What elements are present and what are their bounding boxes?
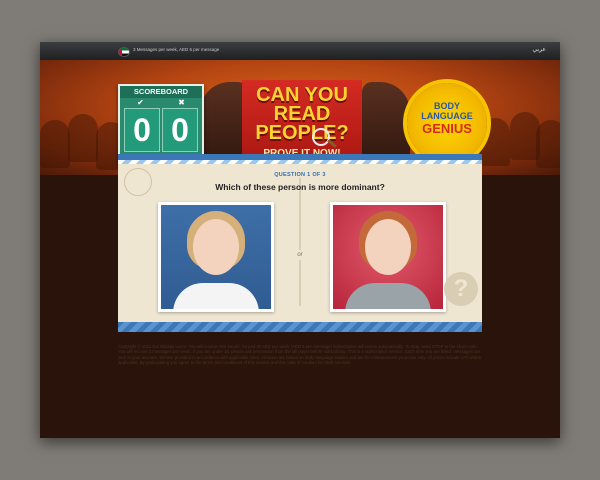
wrong-count: 0 bbox=[162, 108, 198, 152]
scoreboard-title: SCOREBOARD bbox=[120, 86, 202, 98]
hoodie-shape bbox=[345, 283, 431, 309]
app-frame: 3 Messages per week, AED 5 per message ع… bbox=[40, 42, 560, 438]
legal-footer: Copyright © 2011 Du/ Etisalat users: You… bbox=[118, 344, 482, 366]
arabic-language-link[interactable]: عربي bbox=[532, 46, 546, 53]
card-bottom-strip bbox=[118, 322, 482, 332]
face-shape bbox=[193, 219, 239, 275]
correct-count: 0 bbox=[124, 108, 160, 152]
badge-line-genius: GENIUS bbox=[422, 121, 472, 136]
answer-option-left[interactable] bbox=[158, 202, 274, 312]
shirt-shape bbox=[173, 283, 259, 309]
genius-badge: BODY LANGUAGE GENIUS bbox=[407, 83, 487, 163]
question-text: Which of these person is more dominant? bbox=[215, 182, 385, 192]
face-shape bbox=[365, 219, 411, 275]
pricing-info: 3 Messages per week, AED 5 per message bbox=[133, 47, 220, 52]
crowd-silhouette bbox=[68, 114, 98, 162]
top-bar: 3 Messages per week, AED 5 per message ع… bbox=[40, 42, 560, 61]
or-separator: or bbox=[288, 250, 312, 260]
answer-option-right[interactable] bbox=[330, 202, 446, 312]
question-mark-icon: ? bbox=[444, 272, 478, 306]
cross-icon: ✖ bbox=[178, 98, 185, 107]
crowd-silhouette bbox=[40, 120, 70, 168]
headline-title: CAN YOU READ PEOPLE? bbox=[255, 84, 349, 144]
quiz-card: QUESTION 1 OF 3 Which of these person is… bbox=[118, 154, 482, 328]
magnifying-glass-icon bbox=[312, 128, 330, 146]
uae-flag-icon bbox=[118, 47, 130, 57]
badge-line-body: BODY LANGUAGE bbox=[421, 101, 473, 121]
crowd-silhouette bbox=[536, 120, 560, 168]
card-divider bbox=[299, 178, 301, 306]
question-progress: QUESTION 1 OF 3 bbox=[274, 172, 326, 178]
checkmark-icon: ✔ bbox=[137, 98, 144, 107]
